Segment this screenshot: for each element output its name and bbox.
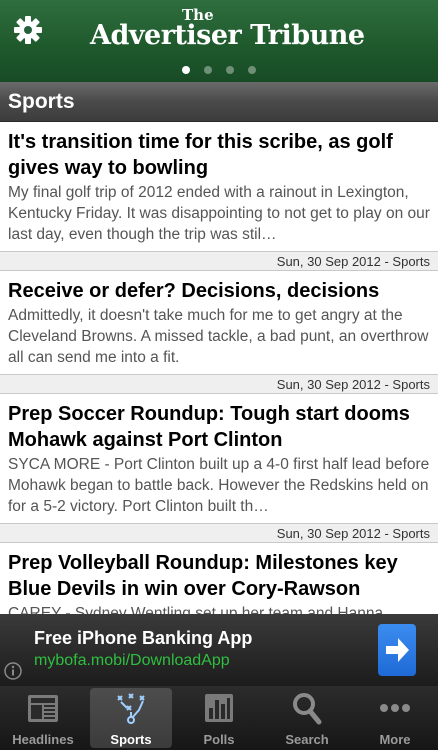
page-dot-2[interactable] <box>204 66 212 74</box>
ad-go-button[interactable] <box>378 624 416 676</box>
ad-info-button[interactable] <box>4 662 22 680</box>
article-title[interactable]: It's transition time for this scribe, as… <box>8 129 430 181</box>
tab-polls[interactable]: Polls <box>176 686 262 750</box>
article-summary: CAREY - Sydney Wentling set up her team … <box>8 605 384 614</box>
section-title: Sports <box>0 82 438 122</box>
page-dot-1[interactable] <box>182 66 190 74</box>
ad-banner[interactable]: Free iPhone Banking App mybofa.mobi/Down… <box>0 614 438 686</box>
arrow-right-icon <box>386 638 409 662</box>
article-list[interactable]: It's transition time for this scribe, as… <box>0 122 438 614</box>
tab-more[interactable]: More <box>352 686 438 750</box>
ad-title[interactable]: Free iPhone Banking App <box>34 628 252 649</box>
article-item[interactable]: Receive or defer? Decisions, decisions A… <box>0 271 438 394</box>
article-summary: Admittedly, it doesn't take much for me … <box>8 307 429 366</box>
bar-chart-icon <box>205 694 233 722</box>
masthead-logo: The Advertiser Tribune <box>90 8 365 51</box>
article-title[interactable]: Prep Volleyball Roundup: Milestones key … <box>8 550 430 602</box>
newspaper-icon <box>28 695 58 722</box>
article-item[interactable]: Prep Volleyball Roundup: Milestones key … <box>0 543 438 614</box>
article-summary: My final golf trip of 2012 ended with a … <box>8 184 430 243</box>
playbook-icon <box>117 693 145 724</box>
tab-search[interactable]: Search <box>264 686 350 750</box>
tab-label: Sports <box>110 732 152 747</box>
tab-label: Polls <box>203 732 235 747</box>
more-dots-icon <box>380 704 410 712</box>
magnifier-icon <box>293 693 322 725</box>
page-dot-4[interactable] <box>248 66 256 74</box>
article-item[interactable]: Prep Soccer Roundup: Tough start dooms M… <box>0 394 438 543</box>
app-header: The Advertiser Tribune <box>0 0 438 82</box>
article-meta: Sun, 30 Sep 2012 - Sports <box>0 523 438 543</box>
article-item[interactable]: It's transition time for this scribe, as… <box>0 122 438 271</box>
gear-icon <box>14 16 42 44</box>
article-title[interactable]: Receive or defer? Decisions, decisions <box>8 278 430 304</box>
tab-label: Headlines <box>12 732 74 747</box>
ad-url[interactable]: mybofa.mobi/DownloadApp <box>34 652 230 670</box>
article-title[interactable]: Prep Soccer Roundup: Tough start dooms M… <box>8 401 430 453</box>
page-indicator[interactable] <box>0 66 438 78</box>
settings-button[interactable] <box>12 14 44 46</box>
article-summary: SYCA MORE - Port Clinton built up a 4-0 … <box>8 456 430 515</box>
article-meta: Sun, 30 Sep 2012 - Sports <box>0 374 438 394</box>
tab-label: Search <box>285 732 329 747</box>
page-dot-3[interactable] <box>226 66 234 74</box>
masthead-name: Advertiser Tribune <box>90 20 365 51</box>
article-meta: Sun, 30 Sep 2012 - Sports <box>0 251 438 271</box>
tab-label: More <box>379 732 411 747</box>
info-icon <box>4 662 22 680</box>
tab-headlines[interactable]: Headlines <box>0 686 86 750</box>
tab-sports[interactable]: Sports <box>88 686 174 750</box>
tab-bar: Headlines Sports Polls Search More <box>0 686 438 750</box>
